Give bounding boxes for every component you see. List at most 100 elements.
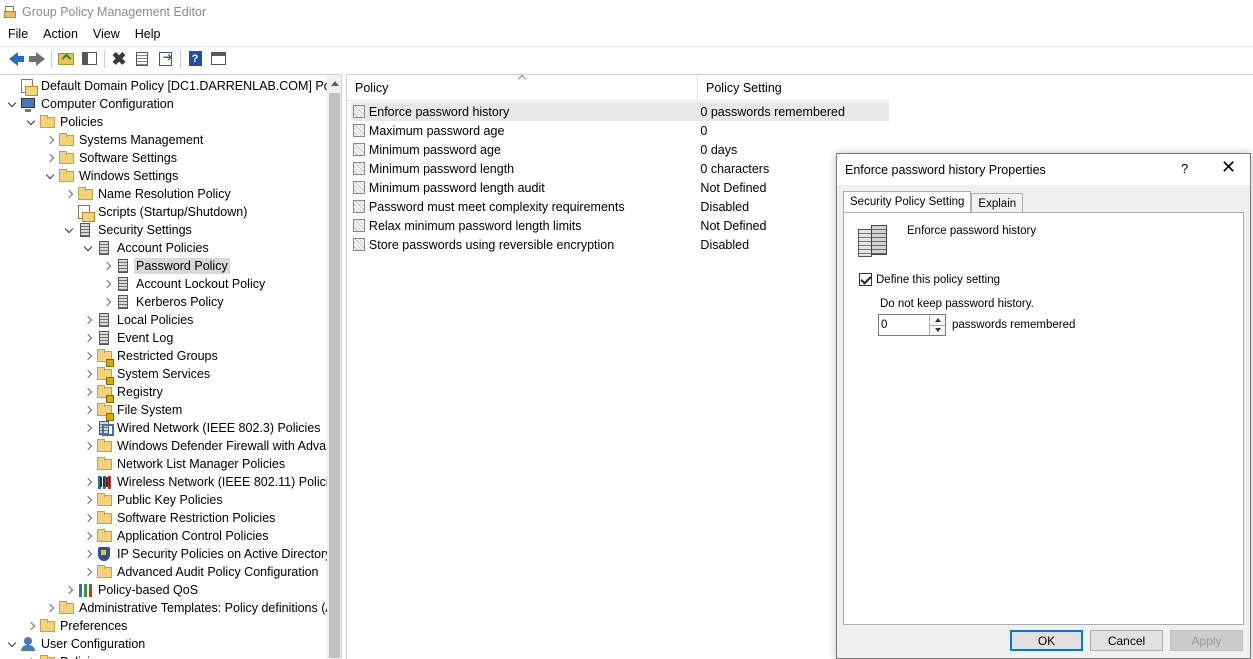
tree-node[interactable]: Event Log <box>80 329 175 347</box>
chevron-down-icon[interactable] <box>4 95 20 113</box>
show-hide-tree-button[interactable] <box>78 48 100 70</box>
tree-node[interactable]: System Services <box>80 365 212 385</box>
tree-node[interactable]: Systems Management <box>42 131 205 149</box>
tree-node[interactable]: Software Settings <box>42 149 179 167</box>
password-history-input[interactable] <box>879 315 929 335</box>
chevron-down-icon[interactable] <box>61 221 77 239</box>
tree-scrollbar[interactable] <box>327 75 341 659</box>
chevron-right-icon[interactable] <box>42 599 58 617</box>
apply-button[interactable]: Apply <box>1170 630 1243 651</box>
help-button[interactable]: ? <box>184 48 206 70</box>
tree-node[interactable]: IP Security Policies on Active Directory <box>80 545 333 563</box>
tree-node[interactable]: Policies <box>23 113 105 131</box>
chevron-right-icon[interactable] <box>80 347 96 365</box>
tree-node[interactable]: Kerberos Policy <box>99 293 226 311</box>
chevron-right-icon[interactable] <box>80 401 96 419</box>
define-policy-checkbox[interactable] <box>859 273 872 286</box>
up-one-level-button[interactable] <box>55 48 77 70</box>
back-button[interactable] <box>2 48 24 70</box>
table-row[interactable]: Password must meet complexity requiremen… <box>351 197 889 216</box>
tree-node[interactable]: Security Settings <box>61 221 194 239</box>
menu-action[interactable]: Action <box>35 27 85 41</box>
chevron-down-icon[interactable] <box>42 167 58 185</box>
tree-node[interactable]: Default Domain Policy [DC1.DARRENLAB.COM… <box>4 77 341 96</box>
chevron-right-icon[interactable] <box>80 383 96 401</box>
define-policy-setting-row[interactable]: Define this policy setting <box>859 273 1000 286</box>
tree-node[interactable]: Local Policies <box>80 311 195 329</box>
ok-button[interactable]: OK <box>1010 630 1083 651</box>
tree-node[interactable]: Administrative Templates: Policy definit… <box>42 599 336 617</box>
chevron-right-icon[interactable] <box>80 419 96 437</box>
password-history-spinner[interactable] <box>878 314 946 336</box>
chevron-right-icon[interactable] <box>80 563 96 581</box>
table-row[interactable]: Relax minimum password length limits Not … <box>351 216 889 235</box>
tree-node[interactable]: Preferences <box>23 617 129 635</box>
spinner-up-button[interactable] <box>930 315 945 325</box>
export-list-button[interactable] <box>154 48 176 70</box>
tree-node[interactable]: Computer Configuration <box>4 95 176 113</box>
tree-node[interactable]: Wired Network (IEEE 802.3) Policies <box>80 419 323 437</box>
table-row[interactable]: Minimum password age 0 days <box>351 140 889 159</box>
chevron-right-icon[interactable] <box>99 293 115 311</box>
tree-node[interactable]: Name Resolution Policy <box>61 185 233 203</box>
tree-node[interactable]: Policy-based QoS <box>61 581 200 599</box>
chevron-right-icon[interactable] <box>80 329 96 347</box>
table-row[interactable]: Maximum password age 0 <box>351 121 889 140</box>
chevron-right-icon[interactable] <box>23 653 39 659</box>
tree-node[interactable]: Advanced Audit Policy Configuration <box>80 563 321 581</box>
dialog-help-icon[interactable]: ? <box>1181 161 1188 176</box>
chevron-right-icon[interactable] <box>99 257 115 275</box>
tree-node[interactable]: Account Policies <box>80 239 211 257</box>
tree-node[interactable]: File System <box>80 401 184 421</box>
chevron-right-icon[interactable] <box>42 131 58 149</box>
menu-file[interactable]: File <box>0 27 35 41</box>
menu-help[interactable]: Help <box>127 27 168 41</box>
tree-node[interactable]: Scripts (Startup/Shutdown) <box>61 203 249 222</box>
scroll-thumb[interactable] <box>329 93 340 658</box>
forward-button[interactable] <box>25 48 47 70</box>
dialog-close-icon[interactable]: ✕ <box>1221 158 1236 176</box>
table-row[interactable]: Enforce password history 0 passwords reme… <box>351 102 889 121</box>
chevron-right-icon[interactable] <box>42 149 58 167</box>
tree-node[interactable]: Registry <box>80 383 165 403</box>
chevron-down-icon[interactable] <box>4 635 20 653</box>
tab-security-policy-setting[interactable]: Security Policy Setting <box>843 191 972 213</box>
chevron-right-icon[interactable] <box>61 185 77 203</box>
tree-node[interactable]: Windows Defender Firewall with Advan <box>80 437 335 455</box>
tree-node[interactable]: Network List Manager Policies <box>80 455 287 473</box>
tree-node[interactable]: Wireless Network (IEEE 802.11) Policies <box>80 473 341 491</box>
chevron-right-icon[interactable] <box>80 437 96 455</box>
tab-explain[interactable]: Explain <box>971 193 1024 213</box>
chevron-right-icon[interactable] <box>80 311 96 329</box>
chevron-right-icon[interactable] <box>61 581 77 599</box>
chevron-down-icon[interactable] <box>23 113 39 131</box>
chevron-right-icon[interactable] <box>80 491 96 509</box>
chevron-right-icon[interactable] <box>80 527 96 545</box>
tree-node[interactable]: Windows Settings <box>42 167 180 185</box>
column-header-policy[interactable]: Policy <box>347 74 698 101</box>
tree-node[interactable]: Account Lockout Policy <box>99 275 267 293</box>
table-row[interactable]: Store passwords using reversible encrypt… <box>351 235 889 254</box>
tree-node[interactable]: Application Control Policies <box>80 527 270 545</box>
tree-node[interactable]: Software Restriction Policies <box>80 509 277 527</box>
column-header-setting[interactable]: Policy Setting <box>698 75 888 101</box>
view-button[interactable] <box>207 48 229 70</box>
delete-button[interactable]: ✖ <box>108 48 130 70</box>
properties-button[interactable] <box>131 48 153 70</box>
table-row[interactable]: Minimum password length audit Not Defined <box>351 178 889 197</box>
chevron-right-icon[interactable] <box>80 509 96 527</box>
spinner-down-button[interactable] <box>930 324 945 335</box>
chevron-right-icon[interactable] <box>80 545 96 563</box>
tree-node[interactable]: Password Policy <box>99 257 230 275</box>
chevron-right-icon[interactable] <box>80 473 96 491</box>
tree-node[interactable]: User Configuration <box>4 635 147 653</box>
chevron-right-icon[interactable] <box>80 365 96 383</box>
table-row[interactable]: Minimum password length 0 characters <box>351 159 889 178</box>
tree-node[interactable]: Policies <box>23 653 105 659</box>
chevron-down-icon[interactable] <box>80 239 96 257</box>
tree-node[interactable]: Public Key Policies <box>80 491 225 509</box>
chevron-right-icon[interactable] <box>23 617 39 635</box>
cancel-button[interactable]: Cancel <box>1090 630 1163 651</box>
chevron-right-icon[interactable] <box>99 275 115 293</box>
tree-node[interactable]: Restricted Groups <box>80 347 220 367</box>
